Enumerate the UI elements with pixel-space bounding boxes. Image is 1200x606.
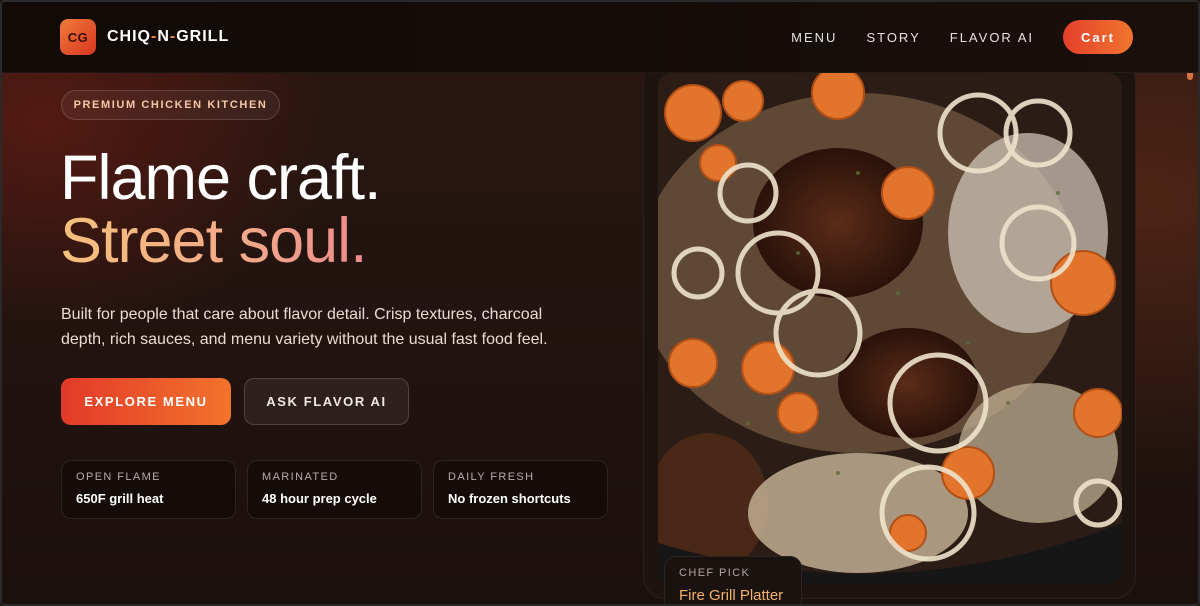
top-nav: CG CHIQ - N - GRILL MENU STORY FLAVOR AI… [2,2,1198,73]
explore-menu-button[interactable]: EXPLORE MENU [61,378,231,425]
chef-pick-title: Fire Grill Platter [679,587,784,604]
chef-pick-label: CHEF PICK [679,567,751,579]
stat-label: DAILY FRESH [448,471,535,483]
nav-links: MENU STORY FLAVOR AI Cart [791,20,1133,54]
headline-line-2: Street soul. [60,206,368,276]
stat-card-daily-fresh: DAILY FRESH No frozen shortcuts [433,460,608,519]
logo-badge-icon[interactable]: CG [60,19,96,55]
chef-pick-tag[interactable]: CHEF PICK Fire Grill Platter [664,556,802,604]
stat-card-open-flame: OPEN FLAME 650F grill heat [61,460,236,519]
headline-line-1: Flame craft. [60,143,382,213]
feature-photo-card: CHEF PICK Fire Grill Platter [643,58,1136,604]
nav-link-story[interactable]: STORY [866,30,920,45]
stat-value: 48 hour prep cycle [262,491,377,506]
hero-description: Built for people that care about flavor … [61,306,548,348]
page-frame: CG CHIQ - N - GRILL MENU STORY FLAVOR AI… [0,0,1200,606]
brand-part-3: GRILL [176,28,230,45]
nav-link-flavor-ai[interactable]: FLAVOR AI [950,30,1034,45]
stat-card-marinated: MARINATED 48 hour prep cycle [247,460,422,519]
logo-initials: CG [67,29,89,45]
grilled-chicken-platter-photo [658,73,1122,584]
brand-name[interactable]: CHIQ - N - GRILL [107,28,229,46]
brand-part-2: N [157,28,170,45]
cart-button[interactable]: Cart [1063,20,1133,54]
stat-value: 650F grill heat [76,491,164,506]
brand-part-1: CHIQ [107,28,151,45]
stat-label: OPEN FLAME [76,471,161,483]
platter-illustration [658,73,1122,584]
category-pill: PREMIUM CHICKEN KITCHEN [61,90,280,120]
nav-link-menu[interactable]: MENU [791,30,837,45]
stat-label: MARINATED [262,471,339,483]
ask-flavor-ai-button[interactable]: ASK FLAVOR AI [244,378,409,425]
scrollbar[interactable] [1187,2,1196,604]
stat-value: No frozen shortcuts [448,491,571,506]
